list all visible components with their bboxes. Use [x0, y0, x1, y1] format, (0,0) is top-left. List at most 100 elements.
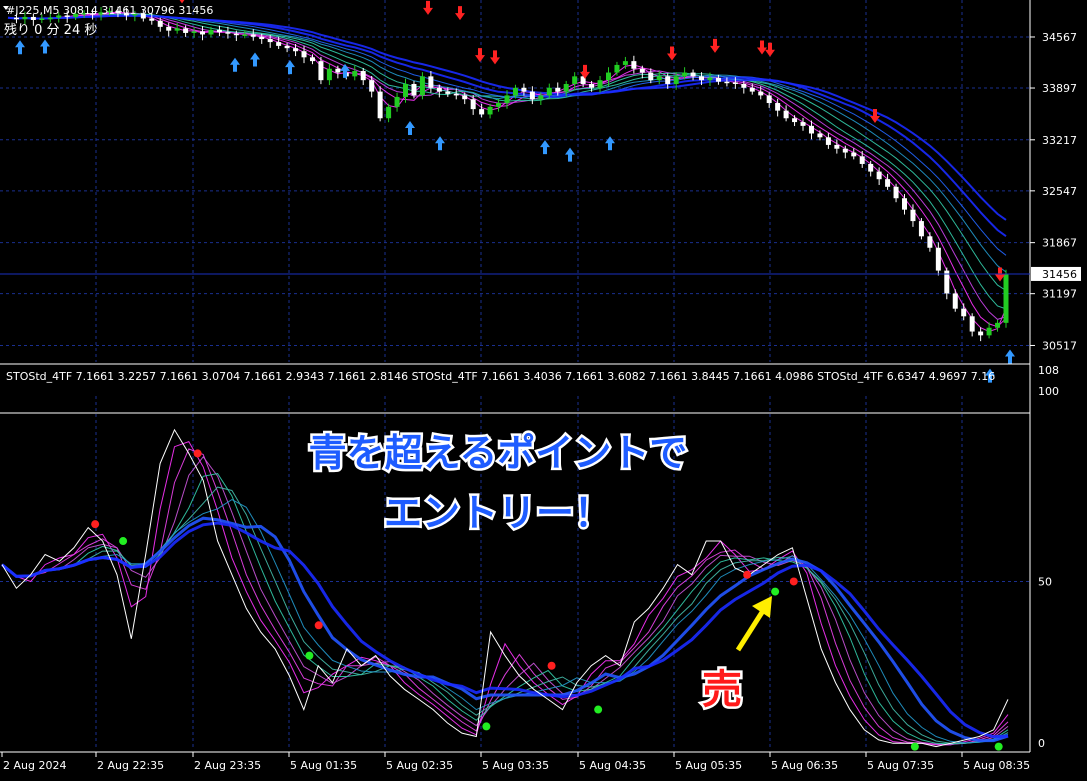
- time-tick-label-8: 5 Aug 06:35: [771, 759, 838, 772]
- candle-body: [749, 87, 755, 92]
- current-price-label: 31456: [1042, 268, 1077, 281]
- mt4-chart-window[interactable]: 34567 33897 33217 32547 31867 31197 30517 3145…: [0, 0, 1087, 777]
- candle-body: [563, 83, 569, 92]
- red-dot: [314, 621, 323, 630]
- candle-body: [360, 71, 366, 81]
- candle-body: [622, 61, 628, 65]
- stoch-tick-label-0: 108: [1038, 364, 1059, 377]
- candle-body: [614, 64, 620, 73]
- candle-body: [775, 103, 781, 111]
- candle-body: [741, 83, 747, 88]
- price-tick-label-5: 31197: [1042, 288, 1077, 301]
- price-tick-label-6: 30517: [1042, 339, 1077, 352]
- candle-body: [842, 148, 848, 153]
- candle-body: [605, 72, 611, 81]
- candle-body: [631, 61, 637, 69]
- time-tick-label-5: 5 Aug 03:35: [482, 759, 549, 772]
- candle-body: [707, 77, 713, 81]
- candle-body: [419, 76, 425, 96]
- candle-body: [208, 29, 214, 35]
- candle-body: [39, 18, 45, 20]
- candle-body: [885, 179, 891, 187]
- candle-body: [868, 163, 874, 172]
- candle-body: [952, 293, 958, 309]
- candle-body: [766, 95, 772, 104]
- candle-body: [817, 133, 823, 138]
- candle-body: [318, 61, 324, 81]
- candle-body: [335, 68, 341, 73]
- candle-body: [656, 76, 662, 81]
- candle-body: [276, 42, 282, 46]
- stoch-tick-label-3: 0: [1038, 737, 1045, 750]
- candle-body: [792, 118, 798, 123]
- candle-body: [665, 76, 671, 84]
- candle-body: [479, 109, 485, 115]
- candle-body: [690, 72, 696, 77]
- candle-body: [969, 316, 975, 332]
- candle-body: [978, 331, 984, 336]
- candle-body: [808, 125, 814, 134]
- time-tick-label-0: 2 Aug 2024: [3, 759, 66, 772]
- candle-body: [13, 17, 19, 20]
- stoch-tick-label-2: 50: [1038, 575, 1052, 588]
- candle-body: [352, 71, 358, 77]
- candle-body: [453, 93, 459, 96]
- symbol-header: #J225,M5 30814 31461 30796 31456: [6, 4, 213, 17]
- candle-body: [267, 39, 273, 43]
- candle-body: [149, 18, 155, 21]
- candle-body: [157, 20, 163, 27]
- candle-body: [910, 209, 916, 222]
- candle-body: [538, 95, 544, 100]
- candle-body: [699, 76, 705, 81]
- time-tick-label-10: 5 Aug 08:35: [963, 759, 1030, 772]
- candle-body: [986, 327, 992, 336]
- price-tick-label-3: 32547: [1042, 185, 1077, 198]
- candle-body: [386, 106, 392, 119]
- candle-body: [995, 322, 1001, 328]
- time-tick-label-9: 5 Aug 07:35: [867, 759, 934, 772]
- chart-canvas[interactable]: 34567 33897 33217 32547 31867 31197 30517 3145…: [0, 0, 1087, 777]
- candle-body: [293, 48, 299, 52]
- candle-body: [1003, 273, 1009, 323]
- green-dot: [594, 705, 603, 714]
- time-tick-label-3: 5 Aug 01:35: [290, 759, 357, 772]
- candle-body: [30, 16, 36, 20]
- candle-body: [22, 16, 28, 20]
- candle-body: [47, 17, 53, 20]
- time-tick-label-4: 5 Aug 02:35: [386, 759, 453, 772]
- candle-body: [935, 247, 941, 271]
- candle-body: [326, 68, 332, 81]
- candle-body: [572, 76, 578, 84]
- entry-text-line1: 青を超えるポイントで: [309, 431, 688, 475]
- candle-body: [233, 33, 239, 36]
- candle-body: [183, 28, 189, 33]
- candle-body: [597, 80, 603, 88]
- red-dot: [193, 449, 202, 458]
- green-dot: [305, 651, 314, 660]
- candle-body: [876, 171, 882, 180]
- candle-body: [927, 236, 933, 248]
- candle-body: [462, 95, 468, 100]
- candle-body: [394, 96, 400, 107]
- candle-body: [512, 87, 518, 96]
- candle-body: [496, 103, 502, 107]
- candle-body: [225, 32, 231, 34]
- stoch-tick-label-1: 100: [1038, 385, 1059, 398]
- candle-body: [200, 31, 206, 35]
- candle-body: [250, 34, 256, 37]
- candle-body: [369, 80, 375, 92]
- candle-body: [961, 308, 967, 317]
- time-tick-label-2: 2 Aug 23:35: [194, 759, 261, 772]
- candle-body: [191, 31, 197, 33]
- candle-body: [800, 122, 806, 126]
- green-dot: [482, 722, 491, 731]
- candle-body: [529, 91, 535, 100]
- green-dot: [910, 742, 919, 751]
- candle-body: [377, 91, 383, 119]
- candle-body: [673, 76, 679, 84]
- red-dot: [547, 661, 556, 670]
- candle-body: [555, 87, 561, 92]
- candle-body: [521, 87, 527, 92]
- price-tick-label-0: 34567: [1042, 31, 1077, 44]
- candle-body: [589, 83, 595, 88]
